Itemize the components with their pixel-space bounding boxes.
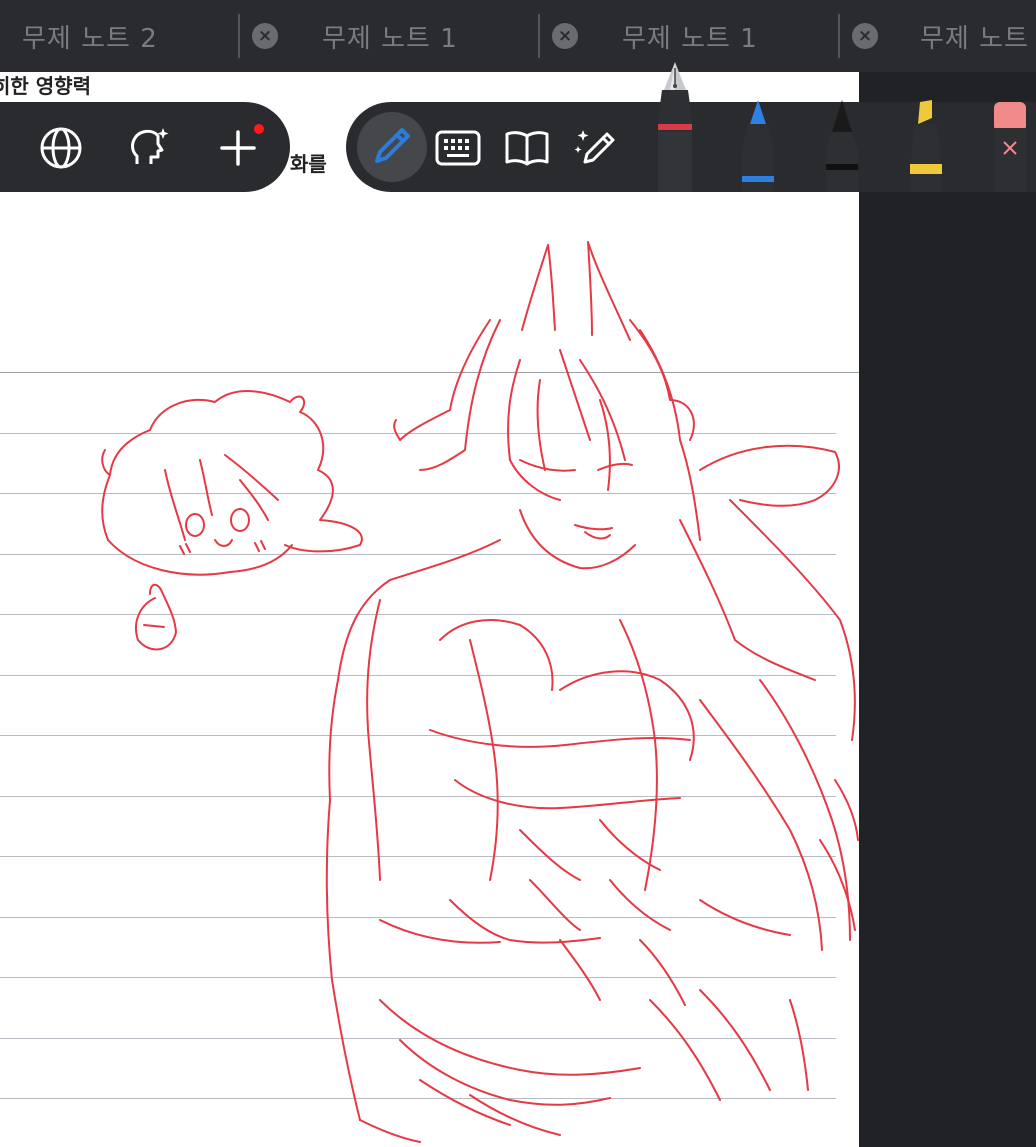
pen-tool-icon[interactable] — [368, 124, 414, 170]
tab-label: 무제 노트 — [920, 23, 1029, 54]
highlighter-icon[interactable] — [910, 100, 942, 192]
tab-separator — [838, 14, 840, 58]
notification-dot — [254, 124, 264, 134]
note-page[interactable]: 히한 영향력 화를 — [0, 72, 859, 1147]
tab-label: 무제 노트 1 — [322, 23, 458, 54]
keyboard-icon[interactable] — [434, 126, 482, 170]
tab-separator — [238, 14, 240, 58]
ballpoint-pen-icon[interactable] — [742, 100, 774, 192]
side-panel — [859, 72, 1036, 1147]
pencil-icon[interactable] — [826, 100, 858, 192]
tab-untitled-note-1[interactable]: 무제 노트 1 — [322, 0, 532, 72]
pen-rack — [658, 62, 1026, 192]
close-icon[interactable]: × — [552, 23, 578, 49]
eraser-icon[interactable] — [994, 102, 1026, 192]
tab-separator — [538, 14, 540, 58]
fountain-pen-icon[interactable] — [658, 62, 692, 192]
globe-icon[interactable] — [38, 125, 84, 171]
tab-label: 무제 노트 1 — [622, 23, 758, 54]
ai-head-icon[interactable] — [126, 124, 172, 170]
close-icon[interactable]: × — [852, 23, 878, 49]
tab-label: 무제 노트 2 — [22, 23, 158, 54]
close-icon[interactable]: × — [252, 23, 278, 49]
magic-pen-icon[interactable] — [572, 124, 620, 170]
sketch-drawing[interactable] — [0, 72, 859, 1147]
add-icon[interactable] — [216, 126, 260, 170]
book-icon[interactable] — [502, 126, 552, 170]
toolbar-left — [0, 102, 290, 192]
tab-untitled-note-2[interactable]: 무제 노트 2 — [22, 0, 232, 72]
